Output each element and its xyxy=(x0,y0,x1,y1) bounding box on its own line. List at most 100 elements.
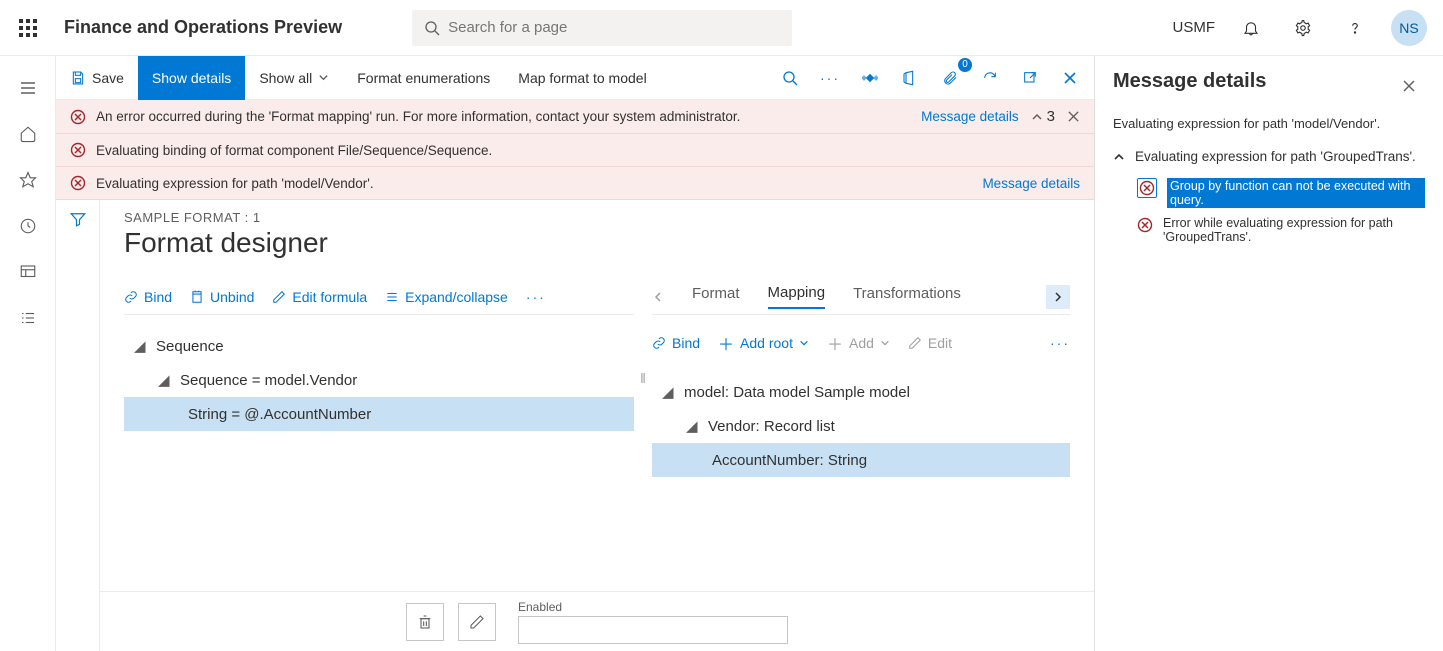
top-bar: Finance and Operations Preview USMF NS xyxy=(0,0,1443,56)
close-icon[interactable] xyxy=(1393,70,1425,102)
modules-icon[interactable] xyxy=(8,298,48,338)
expand-collapse-button[interactable]: Expand/collapse xyxy=(385,289,508,305)
error-icon xyxy=(70,109,86,125)
caret-down-icon[interactable]: ◢ xyxy=(158,371,172,389)
tree-item[interactable]: ◢ Vendor: Record list xyxy=(652,409,1070,443)
search-input[interactable] xyxy=(448,19,780,36)
tree-item-label: model: Data model Sample model xyxy=(684,384,910,401)
enabled-dropdown[interactable] xyxy=(518,616,788,644)
save-icon xyxy=(70,70,86,86)
caret-down-icon[interactable]: ◢ xyxy=(686,417,700,435)
message-collapse-count: 3 xyxy=(1047,108,1055,125)
group-title: Evaluating expression for path 'GroupedT… xyxy=(1135,149,1416,164)
show-details-button[interactable]: Show details xyxy=(138,56,245,100)
show-all-label: Show all xyxy=(259,70,312,86)
search-box[interactable] xyxy=(412,10,792,46)
error-icon xyxy=(1137,217,1153,233)
more-icon[interactable]: ··· xyxy=(1050,335,1070,351)
caret-down-icon[interactable]: ◢ xyxy=(134,337,148,355)
edit-label: Edit xyxy=(928,335,952,351)
format-enumerations-button[interactable]: Format enumerations xyxy=(343,56,504,100)
tab-format[interactable]: Format xyxy=(692,285,740,308)
save-button[interactable]: Save xyxy=(56,56,138,100)
tree-item[interactable]: ◢ Sequence = model.Vendor xyxy=(124,363,634,397)
workspace-icon[interactable] xyxy=(8,252,48,292)
bind-button[interactable]: Bind xyxy=(124,289,172,305)
tree-item-label: Sequence xyxy=(156,338,224,355)
office-icon[interactable] xyxy=(894,62,926,94)
diamond-icon[interactable] xyxy=(854,62,886,94)
mapping-tree: ◢ model: Data model Sample model ◢ Vendo… xyxy=(652,375,1070,477)
unbind-button[interactable]: Unbind xyxy=(190,289,254,305)
show-all-button[interactable]: Show all xyxy=(245,56,343,100)
tree-item-label: AccountNumber: String xyxy=(712,452,867,469)
popout-icon[interactable] xyxy=(1014,62,1046,94)
tree-item[interactable]: ◢ model: Data model Sample model xyxy=(652,375,1070,409)
more-icon[interactable]: ··· xyxy=(526,289,546,305)
message-details-link[interactable]: Message details xyxy=(982,176,1080,191)
tree-item[interactable]: ◢ Sequence xyxy=(124,329,634,363)
chevron-up-icon[interactable] xyxy=(1113,151,1125,163)
message-text: Evaluating binding of format component F… xyxy=(96,143,492,158)
company-label[interactable]: USMF xyxy=(1173,19,1216,36)
waffle-icon[interactable] xyxy=(0,0,56,56)
tree-item[interactable]: String = @.AccountNumber xyxy=(124,397,634,431)
main-column: Save Show details Show all Format enumer… xyxy=(56,56,1095,651)
bind-label: Bind xyxy=(672,335,700,351)
close-icon[interactable] xyxy=(1054,62,1086,94)
add-label: Add xyxy=(849,335,874,351)
action-bar: Save Show details Show all Format enumer… xyxy=(56,56,1094,100)
hamburger-icon[interactable] xyxy=(8,68,48,108)
mapping-pane: Format Mapping Transformations Bind ＋Add… xyxy=(652,279,1070,477)
panel-title: Message details xyxy=(1113,70,1393,93)
chevron-left-icon[interactable] xyxy=(652,291,664,303)
message-item-text: Error while evaluating expression for pa… xyxy=(1163,216,1425,244)
enabled-label: Enabled xyxy=(518,600,788,614)
designer-row: SAMPLE FORMAT : 1 Format designer Bind U… xyxy=(56,200,1094,651)
tree-item[interactable]: AccountNumber: String xyxy=(652,443,1070,477)
message-item[interactable]: Group by function can not be executed wi… xyxy=(1113,174,1425,212)
message-stack: An error occurred during the 'Format map… xyxy=(56,100,1094,200)
attachments-button[interactable]: 0 xyxy=(934,62,966,94)
message-close-icon[interactable] xyxy=(1067,110,1080,123)
splitter-handle[interactable]: ‖ xyxy=(638,279,648,477)
format-enumerations-label: Format enumerations xyxy=(357,70,490,86)
format-tree-pane: Bind Unbind Edit formula Expand/collapse… xyxy=(124,279,634,477)
find-icon[interactable] xyxy=(774,62,806,94)
delete-button[interactable] xyxy=(406,603,444,641)
gear-icon[interactable] xyxy=(1287,12,1319,44)
refresh-icon[interactable] xyxy=(974,62,1006,94)
caret-down-icon[interactable]: ◢ xyxy=(662,383,676,401)
format-tree: ◢ Sequence ◢ Sequence = model.Vendor Str… xyxy=(124,329,634,431)
tab-transformations[interactable]: Transformations xyxy=(853,285,961,308)
filter-icon[interactable] xyxy=(69,210,87,651)
left-rail xyxy=(0,56,56,651)
message-text: Evaluating expression for path 'model/Ve… xyxy=(96,176,374,191)
message-row: Evaluating binding of format component F… xyxy=(56,134,1094,167)
error-icon xyxy=(1139,180,1155,196)
bell-icon[interactable] xyxy=(1235,12,1267,44)
edit-button[interactable] xyxy=(458,603,496,641)
message-details-link[interactable]: Message details xyxy=(921,109,1019,124)
mapping-toolbar: Bind ＋Add root ＋Add Edit ··· xyxy=(652,325,1070,361)
enabled-field: Enabled xyxy=(518,600,788,644)
bind-button[interactable]: Bind xyxy=(652,335,700,351)
message-group-header[interactable]: Evaluating expression for path 'GroupedT… xyxy=(1113,149,1425,164)
tree-item-label: Sequence = model.Vendor xyxy=(180,372,357,389)
edit-formula-button[interactable]: Edit formula xyxy=(272,289,367,305)
map-format-to-model-button[interactable]: Map format to model xyxy=(504,56,660,100)
message-collapse-toggle[interactable]: 3 xyxy=(1031,108,1055,125)
star-icon[interactable] xyxy=(8,160,48,200)
edit-button: Edit xyxy=(908,335,952,351)
help-icon[interactable] xyxy=(1339,12,1371,44)
add-root-button[interactable]: ＋Add root xyxy=(718,331,809,355)
bind-label: Bind xyxy=(144,289,172,305)
avatar[interactable]: NS xyxy=(1391,10,1427,46)
home-icon[interactable] xyxy=(8,114,48,154)
show-details-label: Show details xyxy=(152,70,231,86)
message-item[interactable]: Error while evaluating expression for pa… xyxy=(1113,212,1425,248)
tab-mapping[interactable]: Mapping xyxy=(768,284,826,309)
chevron-right-icon[interactable] xyxy=(1046,285,1070,309)
recent-icon[interactable] xyxy=(8,206,48,246)
more-icon[interactable]: ··· xyxy=(814,62,846,94)
